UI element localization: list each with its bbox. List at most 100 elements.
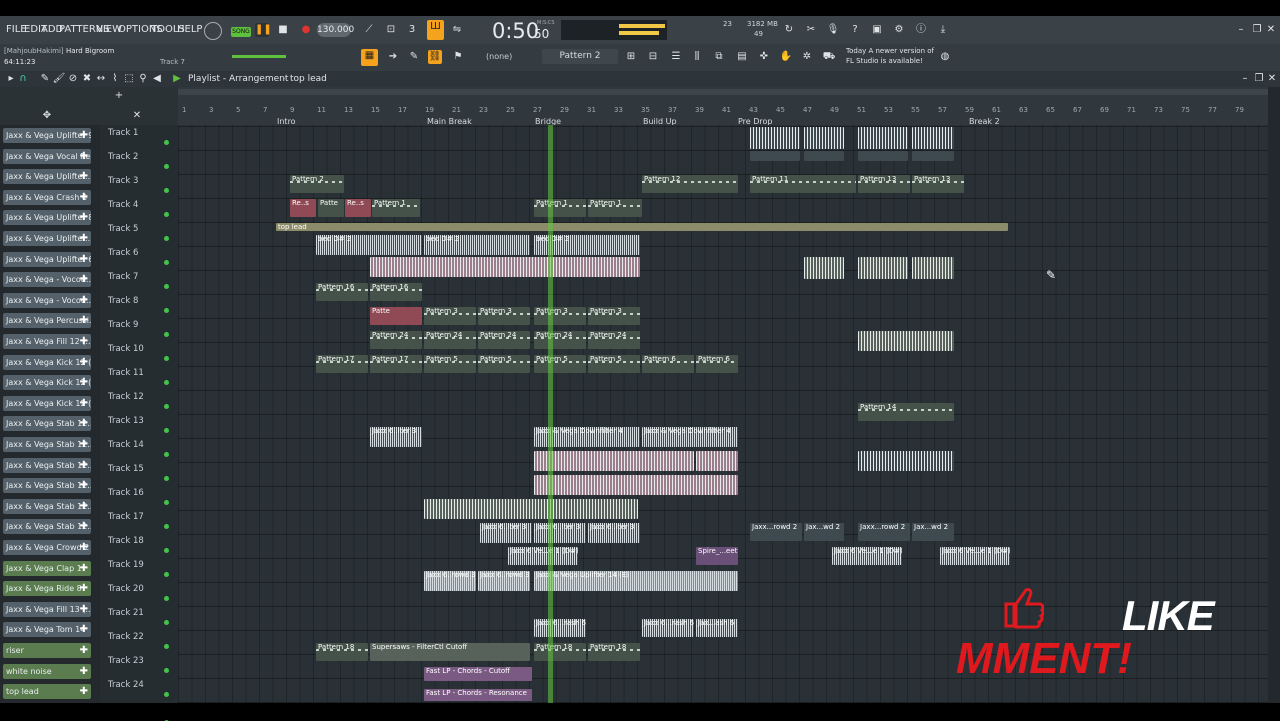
track-mute-led[interactable]	[164, 620, 169, 625]
audio-clip[interactable]: Jaxx 6 Ve...e 1 (D#)	[508, 547, 578, 565]
tempo-display[interactable]: 130.000	[317, 23, 354, 37]
mute-tool-icon[interactable]: ✖	[80, 72, 94, 86]
plugin-picker-icon[interactable]: ✜	[757, 50, 771, 64]
track-mute-led[interactable]	[164, 404, 169, 409]
picker-move-icon[interactable]: ✥	[40, 109, 54, 123]
audio-clip[interactable]	[804, 257, 844, 279]
add-pattern-icon[interactable]: ⊞	[624, 50, 638, 64]
track-name[interactable]: Track 12	[108, 392, 144, 402]
top-lead-clip[interactable]: top lead	[276, 223, 1008, 231]
pattern-clip[interactable]: Pattern 5	[588, 355, 640, 373]
track-mute-led[interactable]	[164, 476, 169, 481]
playlist-scrollbar[interactable]	[178, 89, 1268, 95]
channel-button[interactable]: riser ✚	[3, 643, 91, 658]
audio-clip[interactable]: Jaxx 6..lter 3	[480, 523, 532, 543]
audio-clip[interactable]	[912, 151, 954, 161]
audio-clip[interactable]: Jaxx 6..rowd 3	[478, 571, 530, 591]
track-mute-led[interactable]	[164, 236, 169, 241]
paint-tool-icon[interactable]: 🖌	[52, 72, 66, 86]
pattern-clip[interactable]: Patte	[370, 307, 422, 325]
track-name[interactable]: Track 22	[108, 632, 144, 642]
channel-button[interactable]: white noise ✚	[3, 663, 91, 679]
audio-clip[interactable]: Jaxx...rowd 2	[750, 523, 802, 541]
pattern-clip[interactable]: Pattern 3	[534, 307, 586, 325]
track-name[interactable]: Track 6	[108, 248, 138, 258]
wait-input-icon[interactable]: ⊡	[384, 23, 398, 37]
snap-selector[interactable]: (none)	[486, 52, 512, 61]
channel-button[interactable]: Jaxx & Vega Tom 14 ✚	[3, 622, 91, 638]
track-name[interactable]: Track 3	[108, 176, 138, 186]
channel-button[interactable]: top lead ✚	[3, 684, 91, 700]
channel-add-icon[interactable]: ✚	[80, 540, 88, 555]
channel-add-icon[interactable]: ✚	[80, 313, 88, 328]
pattern-clip[interactable]: Pattern 18	[316, 643, 368, 661]
track-mute-led[interactable]	[164, 260, 169, 265]
channel-button[interactable]: Jaxx & Vega Stab 12... ✚	[3, 498, 91, 514]
play-arrow-icon[interactable]: ▶	[170, 72, 184, 86]
slip-tool-icon[interactable]: ↔	[94, 72, 108, 86]
channel-button[interactable]: Jaxx & Vega Uplifter... ✚	[3, 231, 91, 246]
track-mute-led[interactable]	[164, 356, 169, 361]
channel-add-icon[interactable]: ✚	[80, 375, 88, 390]
pattern-clip[interactable]: Pattern 1	[534, 199, 586, 217]
channel-add-icon[interactable]: ✚	[80, 458, 88, 473]
pattern-clip[interactable]: Pattern 3	[588, 307, 640, 325]
audio-clip[interactable]	[804, 151, 844, 161]
pattern-clip[interactable]: Patte	[318, 199, 344, 217]
select-tool-icon[interactable]: ⬚	[122, 72, 136, 86]
channel-button[interactable]: Jaxx & Vega Percussi... ✚	[3, 313, 91, 329]
channel-add-icon[interactable]: ✚	[80, 643, 88, 658]
pattern-clip[interactable]: Pattern 12	[642, 175, 738, 193]
channel-add-icon[interactable]: ✚	[80, 664, 88, 679]
audio-clip[interactable]	[424, 499, 638, 519]
channel-add-icon[interactable]: ✚	[80, 334, 88, 349]
track-name[interactable]: Track 10	[108, 344, 144, 354]
automation-clip[interactable]: Supersaws - FilterCtl Cutoff	[370, 643, 530, 661]
song-mode-toggle[interactable]: SONG	[231, 27, 251, 37]
pattern-clip[interactable]: Pattern 13	[858, 175, 910, 193]
audio-clip[interactable]: Jaxx 6 Ve...e 1 (D#)	[940, 547, 1010, 565]
main-pitch-slider[interactable]	[232, 55, 286, 58]
channel-button[interactable]: Jaxx & Vega Uplifter 8 ✚	[3, 210, 91, 226]
add-track-icon[interactable]: +	[112, 89, 126, 103]
track-name[interactable]: Track 19	[108, 560, 144, 570]
slice-tool-icon[interactable]: ⌇	[108, 72, 122, 86]
channel-button[interactable]: Jaxx & Vega Clap 1 ✚	[3, 560, 91, 576]
restore-icon[interactable]: ❐	[1250, 23, 1264, 37]
channel-add-icon[interactable]: ✚	[80, 684, 88, 699]
info-icon[interactable]: ⓘ	[914, 23, 928, 37]
track-name[interactable]: Track 16	[108, 488, 144, 498]
channel-button[interactable]: Jaxx & Vega Fill 12 (... ✚	[3, 334, 91, 349]
track-name[interactable]: Track 23	[108, 656, 144, 666]
pattern-clip[interactable]: Re..s	[345, 199, 371, 217]
channel-add-icon[interactable]: ✚	[80, 581, 88, 596]
channel-add-icon[interactable]: ✚	[80, 272, 88, 287]
audio-clip[interactable]	[858, 257, 908, 279]
track-name[interactable]: Track 2	[108, 152, 138, 162]
track-mute-led[interactable]	[164, 140, 169, 145]
piano-roll-icon[interactable]: ✎	[407, 50, 421, 64]
track-mute-led[interactable]	[164, 596, 169, 601]
track-mute-led[interactable]	[164, 164, 169, 169]
pattern-clip[interactable]: Pattern 14	[858, 403, 954, 421]
playback-tool-icon[interactable]: ◀	[150, 72, 164, 86]
channel-add-icon[interactable]: ✚	[80, 416, 88, 431]
loop-record-icon[interactable]: ⇋	[450, 23, 464, 37]
stop-icon[interactable]: ■	[276, 23, 290, 37]
track-name[interactable]: Track 20	[108, 584, 144, 594]
channel-button[interactable]: Jaxx & Vega Stab 12... ✚	[3, 437, 91, 452]
audio-clip[interactable]: bed D# 2	[316, 235, 422, 255]
playlist-minimize-icon[interactable]: –	[1238, 72, 1252, 86]
pause-icon[interactable]: ❚❚	[255, 23, 272, 37]
channel-button[interactable]: Jaxx & Vega Stab 12... ✚	[3, 519, 91, 535]
browser-icon[interactable]: ▤	[735, 50, 749, 64]
track-name[interactable]: Track 15	[108, 464, 144, 474]
audio-clip[interactable]	[534, 475, 738, 495]
track-name[interactable]: Track 17	[108, 512, 144, 522]
pattern-clip[interactable]: Pattern 6	[696, 355, 738, 373]
pattern-clip[interactable]: Pattern 3	[478, 307, 530, 325]
pattern-clip[interactable]: Pattern 24	[424, 331, 476, 349]
track-name[interactable]: Track 21	[108, 608, 144, 618]
audio-clip[interactable]	[370, 257, 640, 277]
audio-clip[interactable]	[804, 127, 844, 149]
